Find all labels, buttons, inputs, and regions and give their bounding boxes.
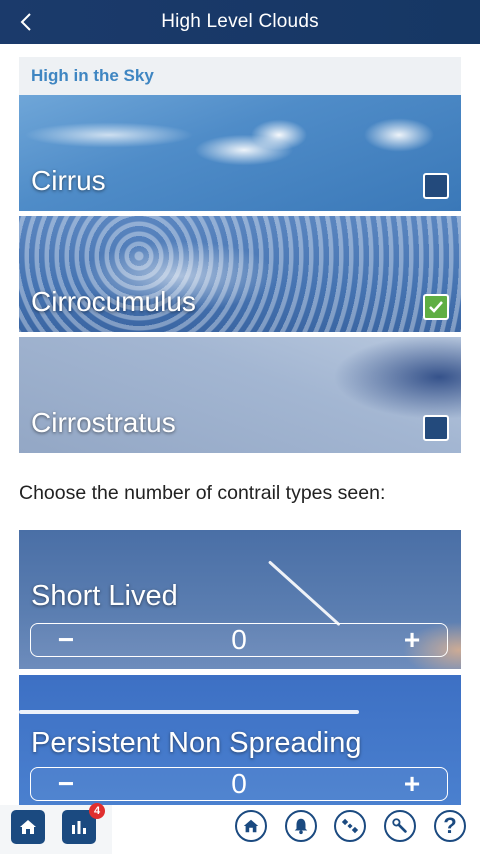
wrench-icon (392, 818, 407, 833)
bell-icon (294, 818, 308, 835)
increment-button[interactable]: + (377, 768, 447, 800)
decrement-button[interactable]: − (31, 624, 101, 656)
contrail-persistent-non-spreading: Persistent Non Spreading − 0 + (19, 675, 461, 805)
contrail-streak-decoration (267, 560, 341, 627)
cirrocumulus-checkbox[interactable] (423, 294, 449, 320)
cloud-option-cirrostratus[interactable]: Cirrostratus (19, 337, 461, 453)
contrail-streak-decoration (19, 710, 359, 714)
help-button[interactable]: ? (434, 810, 466, 842)
stepper-value: 0 (231, 768, 247, 799)
cloud-option-cirrus[interactable]: Cirrus (19, 95, 461, 211)
cloud-label: Cirrus (31, 165, 106, 196)
persistent-stepper[interactable]: − 0 + (30, 767, 448, 801)
increment-button[interactable]: + (377, 624, 447, 656)
home-circle-icon (243, 819, 259, 833)
page-title: High Level Clouds (161, 11, 319, 32)
contrail-label: Persistent Non Spreading (31, 727, 362, 759)
stats-icon (72, 821, 86, 834)
help-icon: ? (443, 813, 457, 838)
contrail-short-lived: Short Lived − 0 + (19, 530, 461, 669)
tools-button[interactable] (384, 810, 416, 842)
satellite-button[interactable] (334, 810, 366, 842)
notifications-button[interactable] (285, 810, 317, 842)
cirrus-checkbox[interactable] (423, 173, 449, 199)
cirrostratus-checkbox[interactable] (423, 415, 449, 441)
back-button[interactable] (14, 9, 38, 35)
chevron-left-icon (20, 13, 31, 31)
check-icon (429, 301, 443, 313)
cloud-label: Cirrostratus (31, 407, 176, 438)
app-header: High Level Clouds (0, 0, 480, 44)
cloud-option-cirrocumulus[interactable]: Cirrocumulus (19, 216, 461, 332)
section-title: High in the Sky (19, 57, 461, 95)
decrement-button[interactable]: − (31, 768, 101, 800)
home-circle-button[interactable] (235, 810, 267, 842)
cloud-label: Cirrocumulus (31, 286, 196, 317)
contrail-prompt: Choose the number of contrail types seen… (19, 482, 386, 504)
short-lived-stepper[interactable]: − 0 + (30, 623, 448, 657)
notification-badge: 4 (89, 803, 105, 819)
satellite-icon (341, 818, 359, 834)
stepper-value: 0 (231, 624, 247, 655)
home-icon (20, 820, 36, 834)
contrail-label: Short Lived (31, 580, 178, 612)
home-button[interactable] (11, 810, 45, 844)
